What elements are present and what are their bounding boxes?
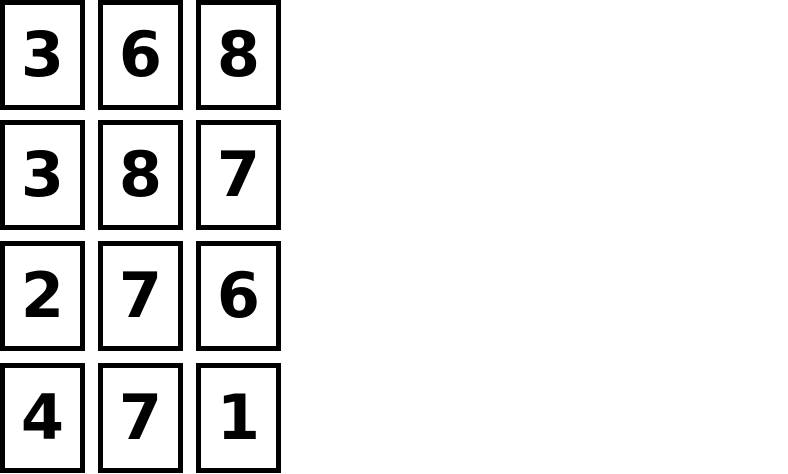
tile-row-2: 3 8 7 bbox=[0, 120, 282, 230]
number-tile: 1 bbox=[196, 363, 281, 473]
number-tile: 6 bbox=[196, 241, 281, 351]
number-tile: 3 bbox=[0, 120, 85, 230]
number-tile: 4 bbox=[0, 363, 85, 473]
number-tile-grid: 3 6 8 3 8 7 2 7 6 4 7 1 bbox=[0, 0, 282, 474]
number-tile: 2 bbox=[0, 241, 85, 351]
tile-row-3: 2 7 6 bbox=[0, 241, 282, 351]
number-tile: 7 bbox=[98, 241, 183, 351]
number-tile: 3 bbox=[0, 0, 85, 110]
number-tile: 7 bbox=[98, 363, 183, 473]
number-tile: 6 bbox=[98, 0, 183, 110]
tile-row-4: 4 7 1 bbox=[0, 363, 282, 473]
number-tile: 8 bbox=[98, 120, 183, 230]
tile-row-1: 3 6 8 bbox=[0, 0, 282, 110]
number-tile: 8 bbox=[196, 0, 281, 110]
number-tile: 7 bbox=[196, 120, 281, 230]
